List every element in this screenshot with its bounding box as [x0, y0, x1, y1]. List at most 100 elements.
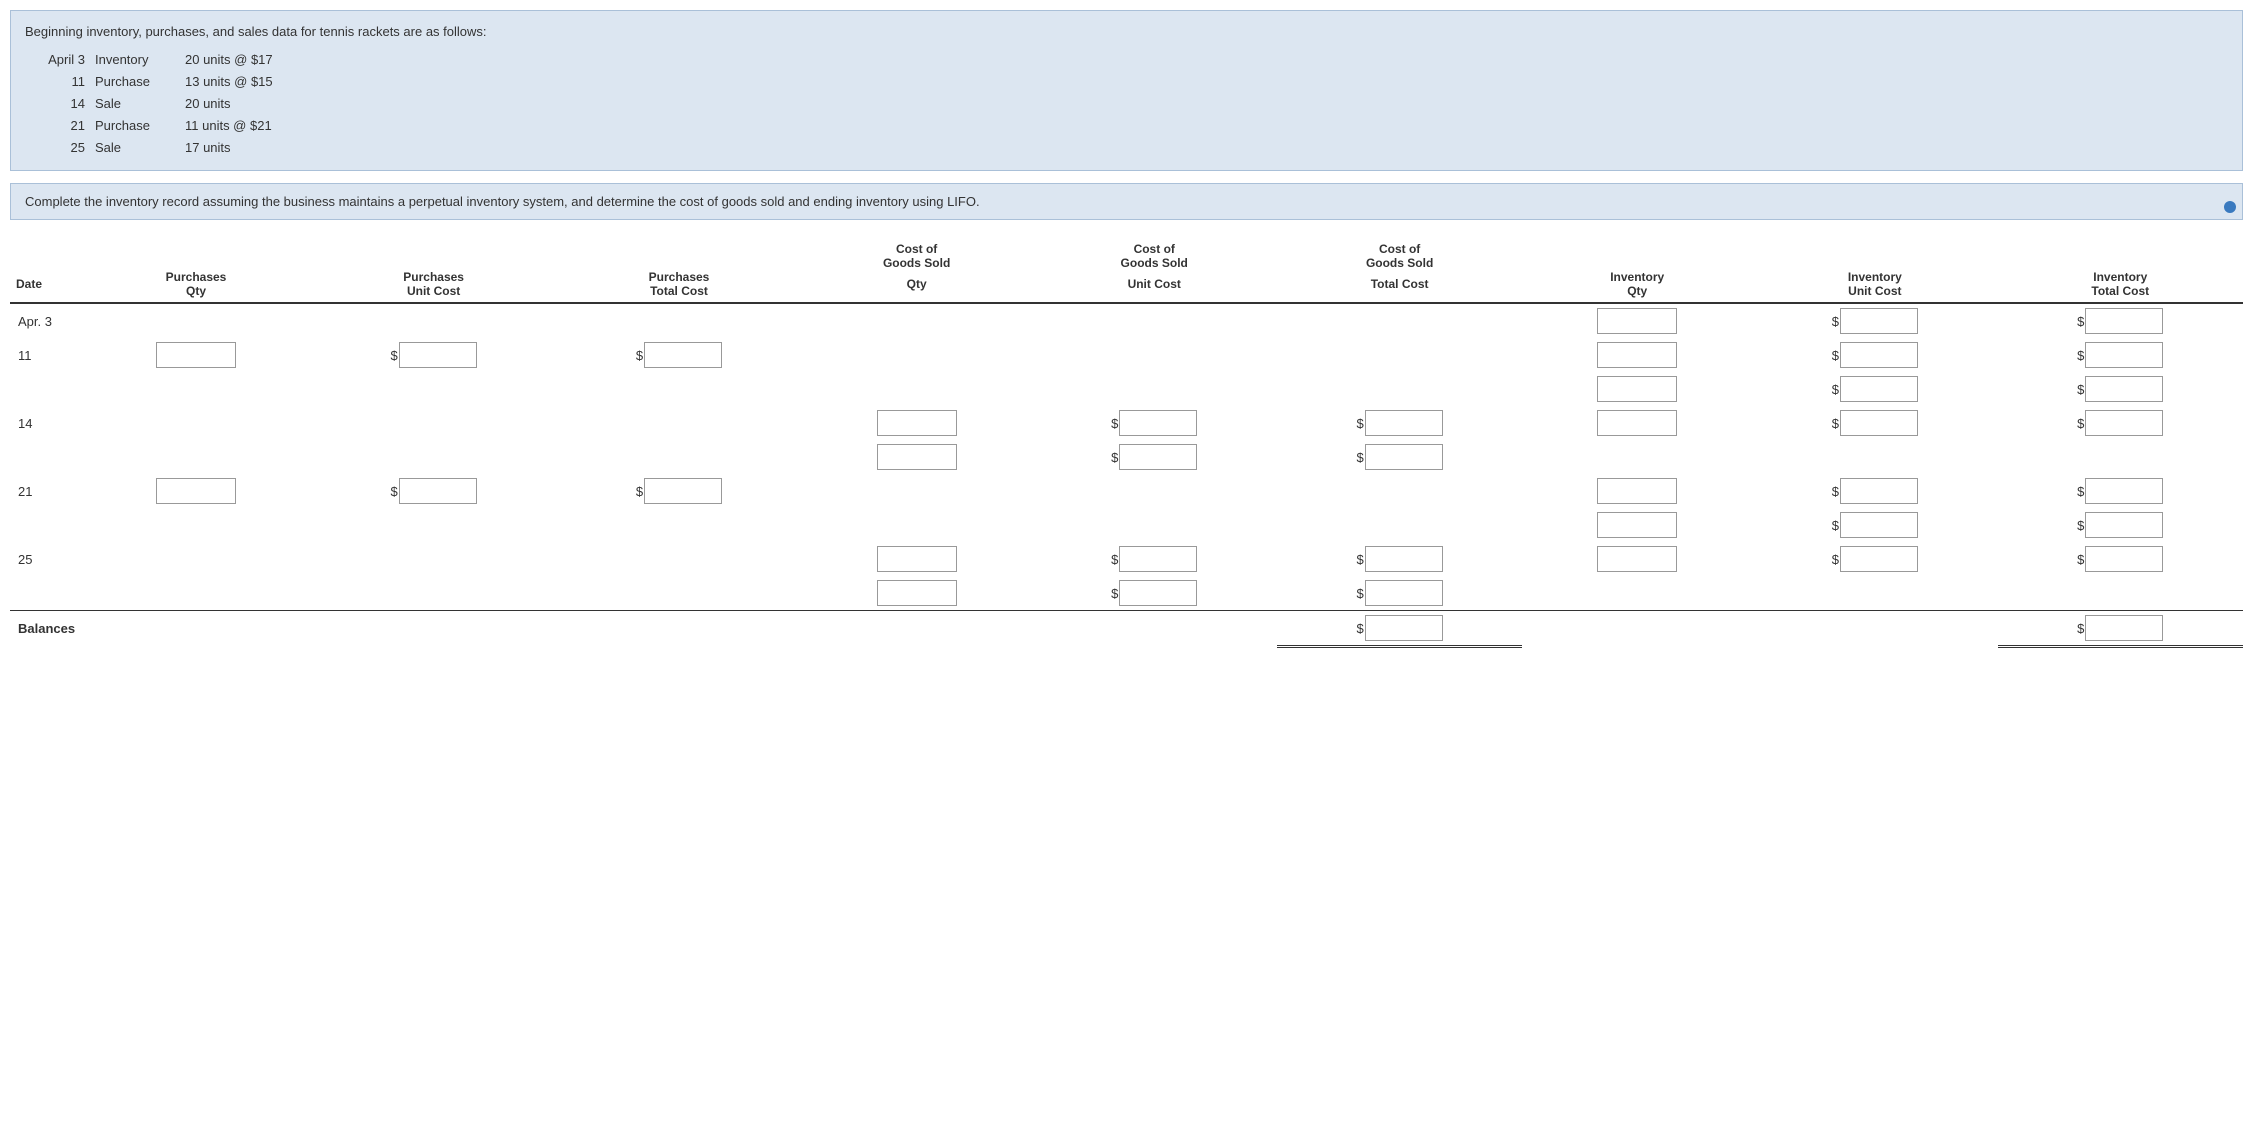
- inv-qty-11a-input[interactable]: [1597, 342, 1677, 368]
- inv-qty-25a-input[interactable]: [1597, 546, 1677, 572]
- intro-row-2: 11 Purchase 13 units @ $15: [25, 71, 2228, 93]
- inv-unit-14a-input[interactable]: [1840, 410, 1918, 436]
- inv-qty-21a[interactable]: [1522, 474, 1752, 508]
- cogs-qty-14b[interactable]: [802, 440, 1032, 474]
- inv-total-21b[interactable]: $: [1998, 508, 2243, 542]
- cogs-total-14b[interactable]: $: [1277, 440, 1522, 474]
- inv-total-11b[interactable]: $: [1998, 372, 2243, 406]
- purch-unit-11-input[interactable]: [399, 342, 477, 368]
- cogs-unit-25a-input[interactable]: [1119, 546, 1197, 572]
- inv-total-apr3[interactable]: $: [1998, 303, 2243, 338]
- th-date-empty: [10, 238, 81, 270]
- inv-qty-11b[interactable]: [1522, 372, 1752, 406]
- instruction-box: Complete the inventory record assuming t…: [10, 183, 2243, 221]
- inv-unit-21a-input[interactable]: [1840, 478, 1918, 504]
- cogs-qty-25a-input[interactable]: [877, 546, 957, 572]
- purch-unit-21[interactable]: $: [311, 474, 556, 508]
- inv-unit-11a[interactable]: $: [1752, 338, 1997, 372]
- purch-total-21-input[interactable]: [644, 478, 722, 504]
- inv-unit-25a-input[interactable]: [1840, 546, 1918, 572]
- inv-total-apr3-input[interactable]: [2085, 308, 2163, 334]
- purch-qty-21-input[interactable]: [156, 478, 236, 504]
- cogs-unit-25b[interactable]: $: [1032, 576, 1277, 611]
- inv-unit-21b-input[interactable]: [1840, 512, 1918, 538]
- dollar-sign: $: [2077, 518, 2084, 533]
- cogs-total-14b-input[interactable]: [1365, 444, 1443, 470]
- inv-unit-11a-input[interactable]: [1840, 342, 1918, 368]
- cogs-unit-14a[interactable]: $: [1032, 406, 1277, 440]
- inv-total-25a[interactable]: $: [1998, 542, 2243, 576]
- inv-qty-apr3[interactable]: [1522, 303, 1752, 338]
- inv-total-11b-input[interactable]: [2085, 376, 2163, 402]
- cogs-total-25b-input[interactable]: [1365, 580, 1443, 606]
- inv-total-14a-input[interactable]: [2085, 410, 2163, 436]
- inv-unit-11a-wrap: $: [1832, 342, 1918, 368]
- cogs-unit-25b-input[interactable]: [1119, 580, 1197, 606]
- inv-unit-14a[interactable]: $: [1752, 406, 1997, 440]
- inv-total-14a[interactable]: $: [1998, 406, 2243, 440]
- inv-qty-11a[interactable]: [1522, 338, 1752, 372]
- cogs-unit-14b[interactable]: $: [1032, 440, 1277, 474]
- purch-unit-bal: [311, 611, 556, 647]
- inv-qty-21b-input[interactable]: [1597, 512, 1677, 538]
- inv-total-bal-input[interactable]: [2085, 615, 2163, 641]
- cogs-total-bal-input[interactable]: [1365, 615, 1443, 641]
- cogs-qty-25b[interactable]: [802, 576, 1032, 611]
- inv-total-21a[interactable]: $: [1998, 474, 2243, 508]
- inv-qty-14a-input[interactable]: [1597, 410, 1677, 436]
- purch-qty-21[interactable]: [81, 474, 311, 508]
- cogs-unit-14a-wrap: $: [1111, 410, 1197, 436]
- purch-unit-21-input[interactable]: [399, 478, 477, 504]
- cogs-total-25a-input[interactable]: [1365, 546, 1443, 572]
- purch-qty-bal: [81, 611, 311, 647]
- inv-qty-21a-input[interactable]: [1597, 478, 1677, 504]
- purch-unit-11[interactable]: $: [311, 338, 556, 372]
- purch-qty-11-input[interactable]: [156, 342, 236, 368]
- inv-unit-apr3-input[interactable]: [1840, 308, 1918, 334]
- cogs-total-14a[interactable]: $: [1277, 406, 1522, 440]
- inv-total-21b-input[interactable]: [2085, 512, 2163, 538]
- purch-total-11[interactable]: $: [556, 338, 801, 372]
- inv-total-25a-input[interactable]: [2085, 546, 2163, 572]
- cogs-total-25a[interactable]: $: [1277, 542, 1522, 576]
- inv-qty-11b-input[interactable]: [1597, 376, 1677, 402]
- dollar-sign: $: [1832, 518, 1839, 533]
- intro-rows: April 3 Inventory 20 units @ $17 11 Purc…: [25, 49, 2228, 159]
- purch-qty-11[interactable]: [81, 338, 311, 372]
- inv-unit-11b[interactable]: $: [1752, 372, 1997, 406]
- cogs-qty-14b-input[interactable]: [877, 444, 957, 470]
- cogs-qty-25b-input[interactable]: [877, 580, 957, 606]
- cogs-qty-21: [802, 474, 1032, 508]
- cogs-unit-14b-input[interactable]: [1119, 444, 1197, 470]
- cogs-unit-25a[interactable]: $: [1032, 542, 1277, 576]
- purch-qty-apr3: [81, 303, 311, 338]
- inv-unit-11b-input[interactable]: [1840, 376, 1918, 402]
- cogs-qty-14a[interactable]: [802, 406, 1032, 440]
- inv-total-bal[interactable]: $: [1998, 611, 2243, 647]
- inv-qty-14a[interactable]: [1522, 406, 1752, 440]
- th-inv-qty-label: InventoryQty: [1610, 270, 1664, 298]
- cogs-total-25b[interactable]: $: [1277, 576, 1522, 611]
- purch-total-21[interactable]: $: [556, 474, 801, 508]
- inv-unit-25a[interactable]: $: [1752, 542, 1997, 576]
- cogs-qty-25a[interactable]: [802, 542, 1032, 576]
- inv-total-11a[interactable]: $: [1998, 338, 2243, 372]
- cogs-unit-14a-input[interactable]: [1119, 410, 1197, 436]
- intro-row-4: 21 Purchase 11 units @ $21: [25, 115, 2228, 137]
- inv-unit-21a[interactable]: $: [1752, 474, 1997, 508]
- inv-total-11a-input[interactable]: [2085, 342, 2163, 368]
- inv-total-21a-input[interactable]: [2085, 478, 2163, 504]
- purch-total-11-input[interactable]: [644, 342, 722, 368]
- table-row-11a: 11 $ $: [10, 338, 2243, 372]
- cogs-total-bal[interactable]: $: [1277, 611, 1522, 647]
- inv-qty-apr3-input[interactable]: [1597, 308, 1677, 334]
- inv-unit-apr3[interactable]: $: [1752, 303, 1997, 338]
- inv-qty-14b: [1522, 440, 1752, 474]
- inv-qty-21b[interactable]: [1522, 508, 1752, 542]
- inv-qty-25a[interactable]: [1522, 542, 1752, 576]
- inv-unit-21b[interactable]: $: [1752, 508, 1997, 542]
- purch-total-apr3: [556, 303, 801, 338]
- cogs-qty-14a-input[interactable]: [877, 410, 957, 436]
- inv-unit-apr3-wrap: $: [1832, 308, 1918, 334]
- cogs-total-14a-input[interactable]: [1365, 410, 1443, 436]
